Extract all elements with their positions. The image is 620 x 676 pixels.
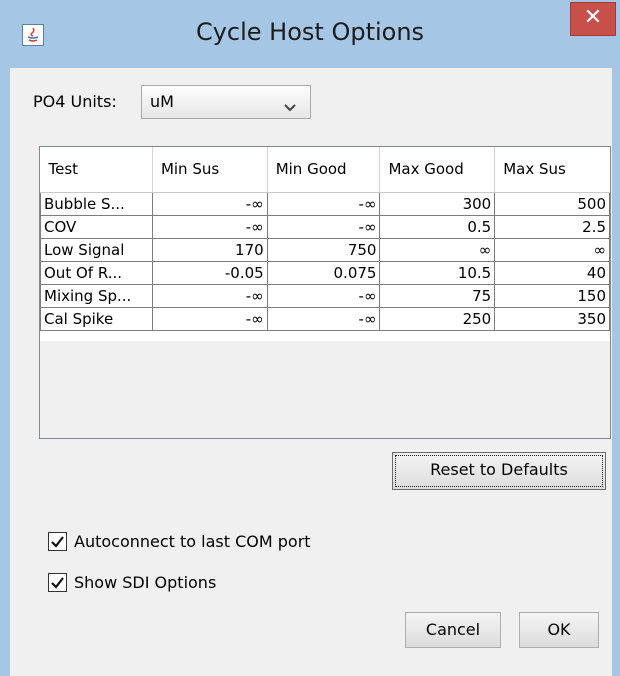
cell-max-good[interactable]: 300: [379, 191, 496, 216]
cell-max-sus[interactable]: 150: [494, 283, 610, 308]
cell-max-good[interactable]: 10.5: [379, 260, 496, 285]
focus-ring: [395, 455, 603, 487]
cell-max-good[interactable]: 250: [379, 306, 496, 331]
cell-max-good[interactable]: 0.5: [379, 214, 496, 239]
table-header-row: Test Min Sus Min Good Max Good Max Sus: [40, 147, 610, 193]
cell-max-sus[interactable]: 40: [494, 260, 610, 285]
cell-min-good[interactable]: -∞: [266, 283, 381, 308]
checkmark-icon: [51, 536, 64, 548]
cell-test[interactable]: Mixing Sp...: [40, 283, 153, 308]
autoconnect-checkbox[interactable]: [48, 532, 67, 551]
table-row: COV -∞ -∞ 0.5 2.5: [40, 214, 610, 239]
cell-min-sus[interactable]: -0.05: [151, 260, 268, 285]
cell-max-good[interactable]: ∞: [379, 237, 496, 262]
cell-max-good[interactable]: 75: [379, 283, 496, 308]
cell-min-good[interactable]: -∞: [266, 214, 381, 239]
show-sdi-label: Show SDI Options: [74, 573, 217, 592]
cell-test[interactable]: Out Of R...: [40, 260, 153, 285]
column-header-min-good[interactable]: Min Good: [267, 147, 381, 193]
column-header-min-sus[interactable]: Min Sus: [152, 147, 268, 193]
thresholds-table: Test Min Sus Min Good Max Good Max Sus B…: [39, 146, 611, 439]
checkmark-icon: [51, 577, 64, 589]
cell-min-sus[interactable]: -∞: [151, 214, 268, 239]
cell-test[interactable]: COV: [40, 214, 153, 239]
show-sdi-checkbox[interactable]: [48, 573, 67, 592]
chevron-down-icon: [284, 97, 296, 116]
ok-button[interactable]: OK: [519, 612, 599, 648]
po4-units-select[interactable]: uM: [141, 85, 311, 119]
close-icon: ✕: [583, 5, 603, 30]
dialog-content: PO4 Units: uM Test Min Sus Min Good Max …: [10, 68, 612, 676]
table-row: Bubble S... -∞ -∞ 300 500: [40, 191, 610, 216]
table-empty-area: [40, 341, 610, 438]
cell-max-sus[interactable]: ∞: [494, 237, 610, 262]
window-title: Cycle Host Options: [195, 18, 425, 46]
cell-test[interactable]: Cal Spike: [40, 306, 153, 331]
cell-max-sus[interactable]: 2.5: [494, 214, 610, 239]
cell-min-sus[interactable]: 170: [151, 237, 268, 262]
cell-test[interactable]: Bubble S...: [40, 191, 153, 216]
cancel-button-label: Cancel: [425, 620, 481, 639]
close-button[interactable]: ✕: [570, 2, 616, 36]
thresholds-grid: Test Min Sus Min Good Max Good Max Sus B…: [40, 147, 610, 331]
column-header-max-sus[interactable]: Max Sus: [494, 147, 610, 193]
cell-min-sus[interactable]: -∞: [151, 283, 268, 308]
column-header-test[interactable]: Test: [40, 147, 153, 193]
ok-button-label: OK: [547, 620, 571, 639]
cell-test[interactable]: Low Signal: [40, 237, 153, 262]
table-row: Low Signal 170 750 ∞ ∞: [40, 237, 610, 262]
table-row: Out Of R... -0.05 0.075 10.5 40: [40, 260, 610, 285]
column-header-max-good[interactable]: Max Good: [379, 147, 496, 193]
po4-units-label: PO4 Units:: [33, 92, 117, 111]
reset-to-defaults-button[interactable]: Reset to Defaults: [392, 452, 606, 490]
cell-min-good[interactable]: 0.075: [266, 260, 381, 285]
cycle-host-options-dialog: Cycle Host Options ✕ PO4 Units: uM Test …: [0, 0, 620, 676]
cell-max-sus[interactable]: 350: [494, 306, 610, 331]
cell-min-sus[interactable]: -∞: [151, 191, 268, 216]
table-row: Mixing Sp... -∞ -∞ 75 150: [40, 283, 610, 308]
table-row: Cal Spike -∞ -∞ 250 350: [40, 306, 610, 331]
cell-max-sus[interactable]: 500: [494, 191, 610, 216]
cell-min-good[interactable]: 750: [266, 237, 381, 262]
po4-units-value: uM: [150, 92, 174, 111]
cell-min-good[interactable]: -∞: [266, 306, 381, 331]
cell-min-good[interactable]: -∞: [266, 191, 381, 216]
cell-min-sus[interactable]: -∞: [151, 306, 268, 331]
autoconnect-label: Autoconnect to last COM port: [74, 532, 311, 551]
cancel-button[interactable]: Cancel: [405, 612, 501, 648]
title-bar: Cycle Host Options ✕: [0, 0, 620, 68]
